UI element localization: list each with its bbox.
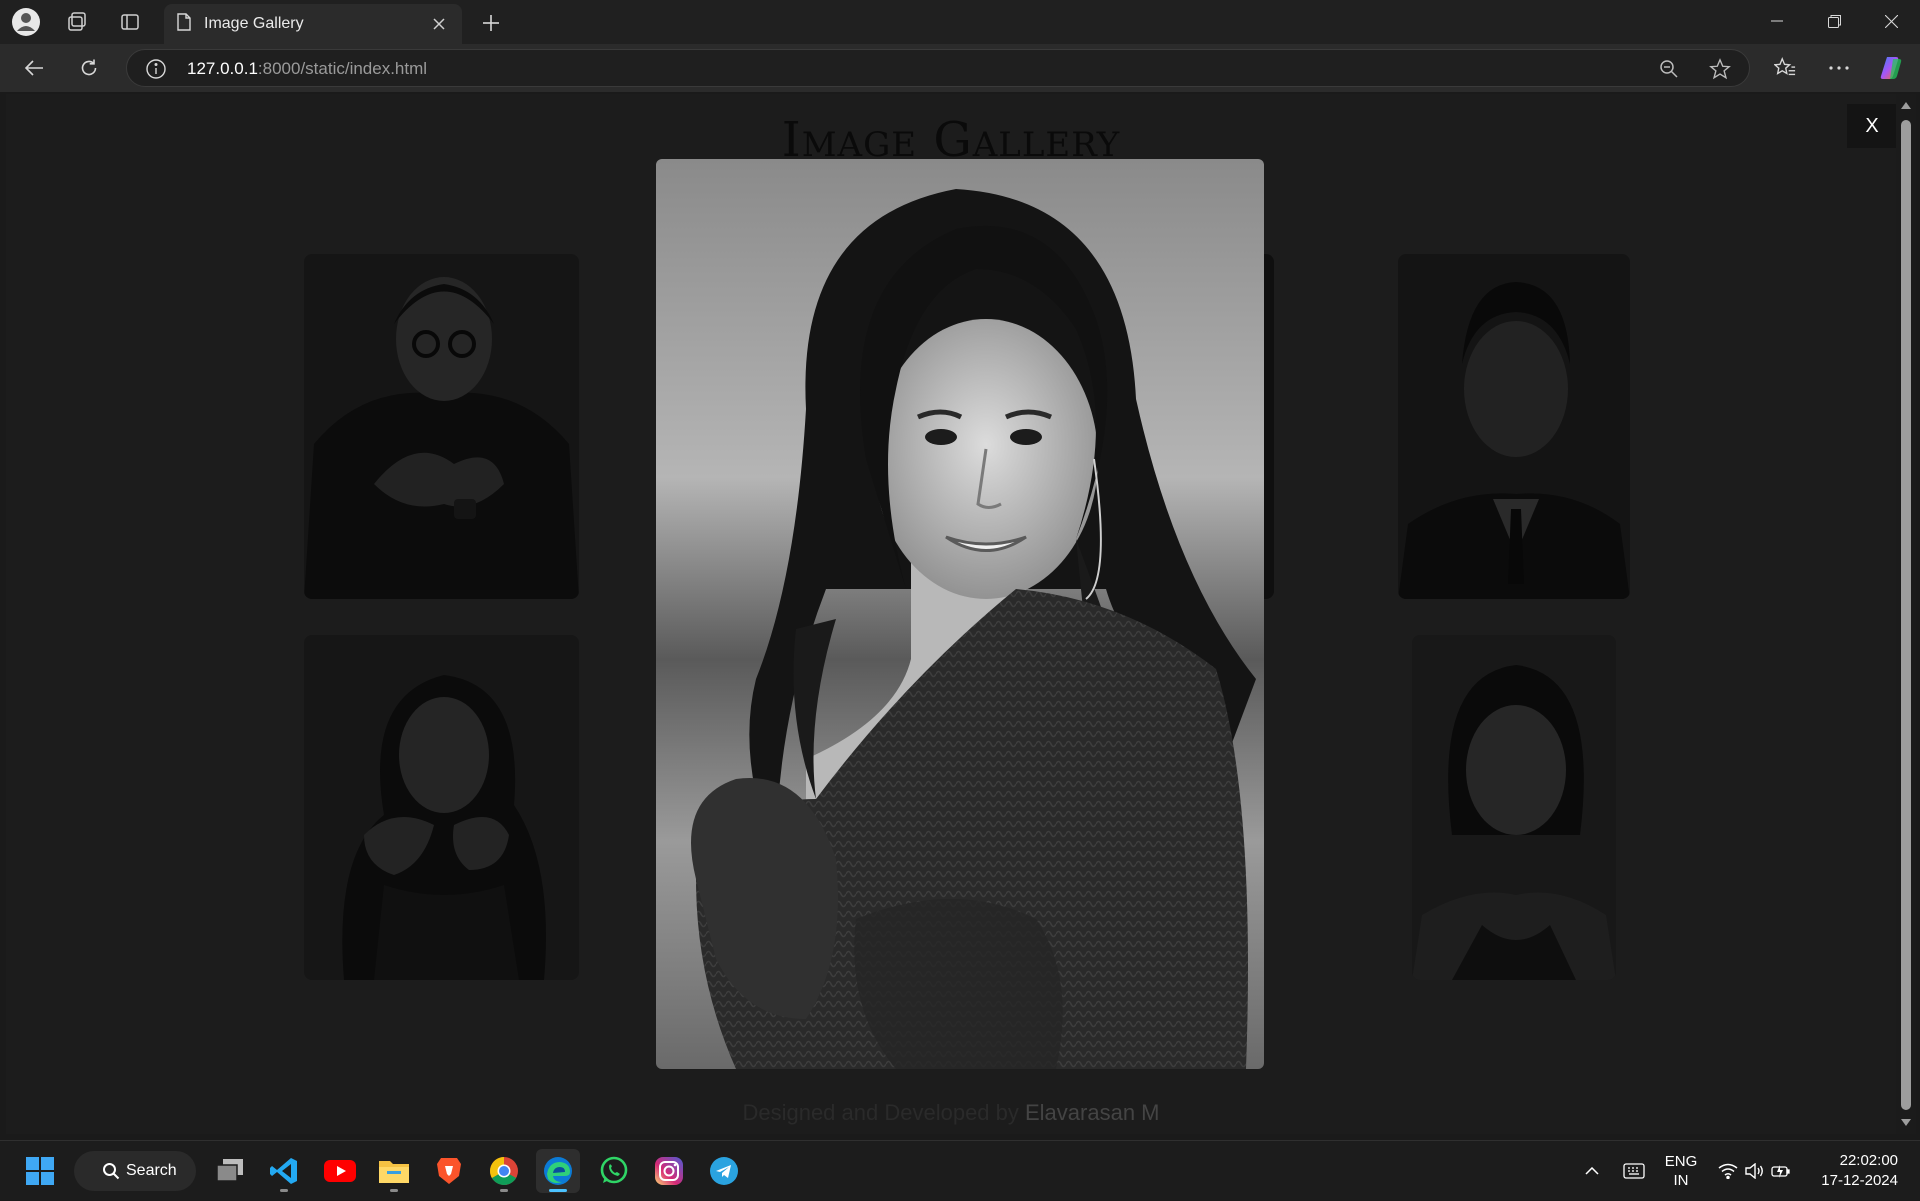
url-text[interactable]: 127.0.0.1:8000/static/index.html <box>187 59 427 79</box>
favorite-star-icon[interactable] <box>1708 58 1732 80</box>
task-view-icon <box>216 1159 243 1182</box>
browser-titlebar: Image Gallery <box>0 0 1920 44</box>
show-hidden-icons[interactable] <box>1580 1141 1604 1201</box>
address-bar[interactable]: 127.0.0.1:8000/static/index.html <box>126 49 1750 87</box>
scroll-up-icon[interactable] <box>1900 100 1912 112</box>
url-path: :8000/static/index.html <box>257 59 428 78</box>
page-viewport: Image Gallery X Designed and Developed b… <box>6 94 1896 1134</box>
battery-icon[interactable] <box>1768 1141 1794 1201</box>
taskbar-app-youtube[interactable] <box>318 1149 362 1193</box>
favorites-button[interactable] <box>1767 52 1803 84</box>
footer-prefix: Designed and Developed by <box>742 1100 1025 1125</box>
start-button[interactable] <box>18 1149 62 1193</box>
taskbar-app-chrome[interactable] <box>482 1149 526 1193</box>
close-window-button[interactable] <box>1862 0 1920 42</box>
page-footer: Designed and Developed by Elavarasan M <box>6 1100 1896 1126</box>
chevron-up-icon <box>1585 1167 1599 1175</box>
system-clock[interactable]: 22:02:00 17-12-2024 <box>1808 1141 1898 1201</box>
active-indicator <box>549 1189 567 1192</box>
taskbar-app-instagram[interactable] <box>647 1149 691 1193</box>
taskbar-app-edge[interactable] <box>536 1149 580 1193</box>
taskbar-app-whatsapp[interactable] <box>592 1149 636 1193</box>
clock-date: 17-12-2024 <box>1821 1172 1898 1189</box>
windows-logo-icon <box>26 1157 54 1185</box>
taskbar-search[interactable]: Search <box>74 1151 196 1191</box>
keyboard-icon[interactable] <box>1620 1141 1648 1201</box>
refresh-button[interactable] <box>71 52 107 84</box>
input-language[interactable]: ENG IN <box>1660 1141 1702 1201</box>
instagram-icon <box>655 1157 683 1185</box>
search-label: Search <box>126 1162 177 1179</box>
close-tab-icon[interactable] <box>428 13 450 35</box>
restore-button[interactable] <box>1805 0 1863 42</box>
gallery-thumbnail[interactable] <box>304 254 579 599</box>
tab-title: Image Gallery <box>204 15 304 32</box>
back-button[interactable] <box>16 52 52 84</box>
taskbar-app-brave[interactable] <box>427 1149 471 1193</box>
portrait-man-suit-image <box>1398 254 1630 599</box>
minimize-button[interactable] <box>1748 0 1806 42</box>
profile-icon[interactable] <box>10 6 42 38</box>
taskbar-app-task-view[interactable] <box>208 1149 252 1193</box>
folder-icon <box>379 1161 409 1183</box>
volume-icon[interactable] <box>1742 1141 1768 1201</box>
portrait-woman-sweater-image <box>656 159 1264 1069</box>
tab-image-gallery[interactable]: Image Gallery <box>164 4 462 44</box>
region-code: IN <box>1673 1172 1689 1189</box>
modal-image <box>656 159 1264 1069</box>
url-host: 127.0.0.1 <box>187 59 258 78</box>
page-icon <box>176 12 192 36</box>
portrait-woman-dark-hair-image <box>1412 635 1616 980</box>
gallery-thumbnail[interactable] <box>1412 635 1616 980</box>
taskbar-app-telegram[interactable] <box>702 1149 746 1193</box>
vertical-tabs-icon[interactable] <box>114 6 146 38</box>
running-indicator <box>280 1189 288 1192</box>
edge-icon <box>544 1157 572 1185</box>
portrait-woman-hands-face-image <box>304 635 579 980</box>
taskbar: Search ENG IN 22:02:00 17-12-2024 <box>0 1140 1920 1200</box>
whatsapp-icon <box>600 1156 628 1184</box>
wifi-icon[interactable] <box>1714 1141 1742 1201</box>
gallery-thumbnail[interactable] <box>1398 254 1630 599</box>
zoom-out-icon[interactable] <box>1657 58 1681 80</box>
language-code: ENG <box>1664 1153 1698 1170</box>
youtube-icon <box>324 1160 356 1182</box>
taskbar-app-vscode[interactable] <box>262 1149 306 1193</box>
chrome-icon <box>490 1157 518 1185</box>
new-tab-button[interactable] <box>474 6 508 40</box>
vscode-icon <box>270 1158 297 1184</box>
modal-close-button[interactable]: X <box>1847 104 1896 148</box>
browser-toolbar: 127.0.0.1:8000/static/index.html <box>0 44 1920 92</box>
telegram-icon <box>710 1157 738 1185</box>
copilot-icon[interactable] <box>1875 52 1911 84</box>
taskbar-app-file-explorer[interactable] <box>372 1149 416 1193</box>
running-indicator <box>500 1189 508 1192</box>
page-scrollbar[interactable] <box>1896 94 1916 1134</box>
workspaces-icon[interactable] <box>61 6 93 38</box>
scroll-down-icon[interactable] <box>1900 1116 1912 1128</box>
site-info-icon[interactable] <box>145 58 167 80</box>
more-menu-icon[interactable] <box>1821 52 1857 84</box>
portrait-man-glasses-image <box>304 254 579 599</box>
search-icon <box>102 1162 120 1185</box>
gallery-thumbnail[interactable] <box>304 635 579 980</box>
clock-time: 22:02:00 <box>1839 1152 1898 1169</box>
footer-author-link[interactable]: Elavarasan M <box>1025 1100 1160 1125</box>
brave-icon <box>437 1158 461 1184</box>
scroll-thumb[interactable] <box>1901 120 1911 1110</box>
running-indicator <box>390 1189 398 1192</box>
